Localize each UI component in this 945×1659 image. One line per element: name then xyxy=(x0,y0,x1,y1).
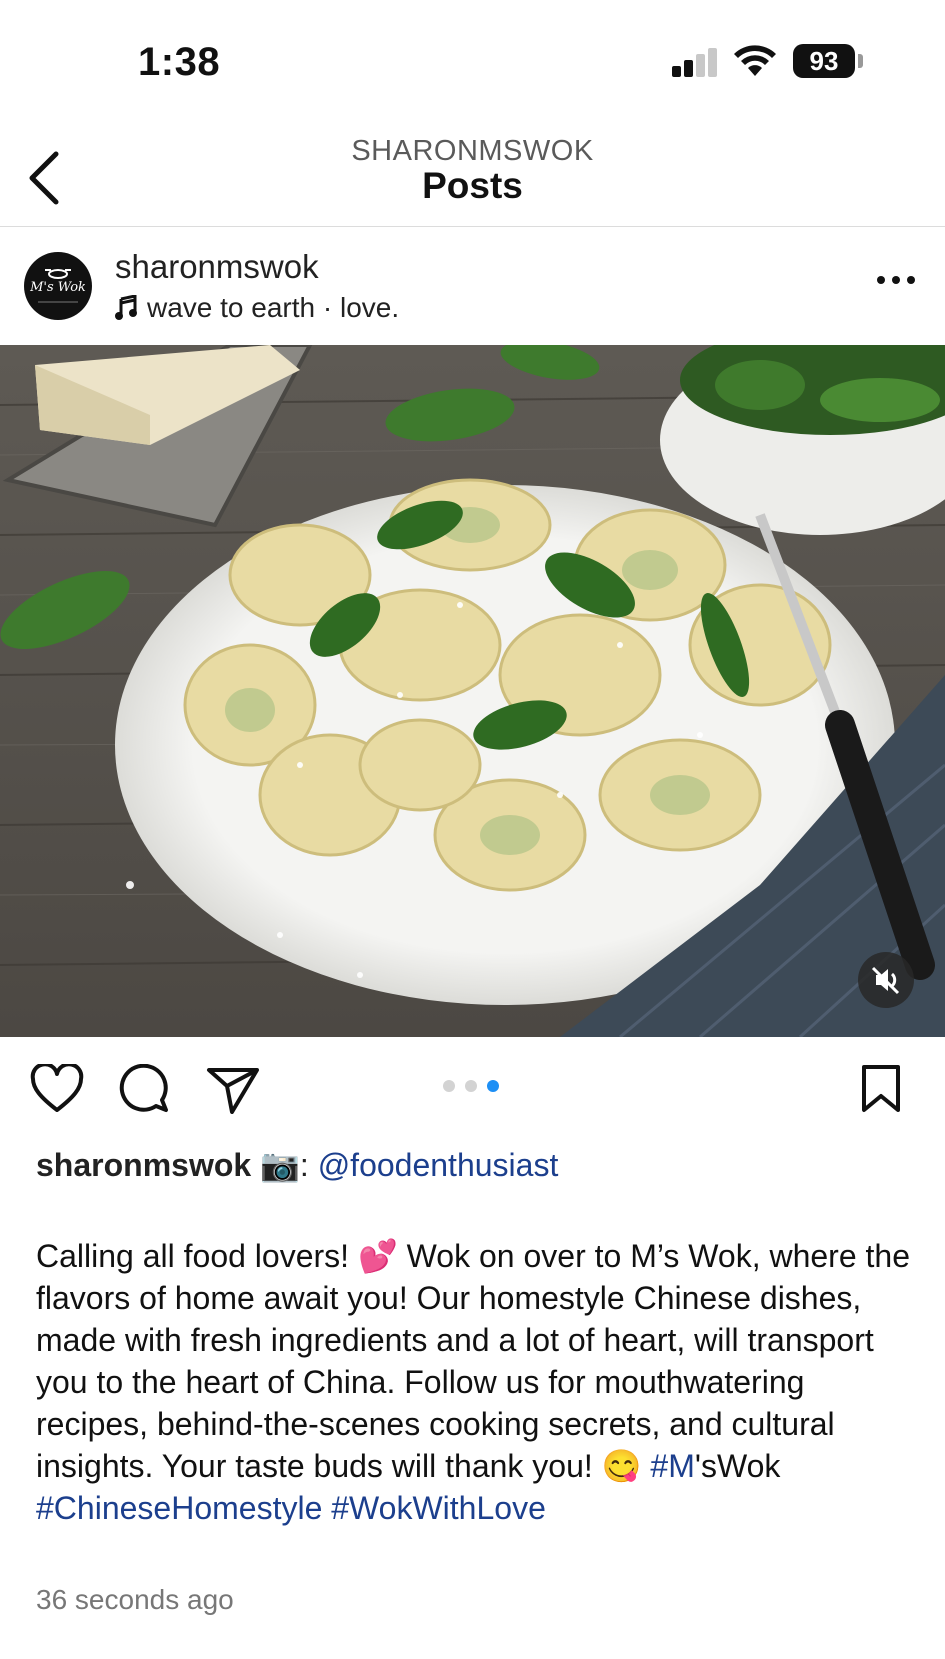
audio-track[interactable]: wave to earth · love. xyxy=(115,292,399,324)
post-actions xyxy=(0,1037,945,1147)
status-bar: 1:38 93 xyxy=(0,0,945,120)
carousel-dot-active xyxy=(487,1080,499,1092)
hearts-emoji: 💕 xyxy=(357,1238,398,1274)
caption-text-part: Calling all food lovers! xyxy=(36,1238,358,1274)
caption-username[interactable]: sharonmswok xyxy=(36,1147,251,1183)
carousel-dot xyxy=(465,1080,477,1092)
wifi-icon xyxy=(734,45,776,76)
more-options-icon[interactable] xyxy=(876,274,916,286)
avatar[interactable]: M's Wok xyxy=(24,252,92,320)
battery-tip xyxy=(858,54,863,68)
save-bookmark-icon[interactable] xyxy=(860,1064,902,1114)
tortellini-photo xyxy=(0,345,945,1037)
caption-text: Calling all food lovers! 💕 Wok on over t… xyxy=(36,1235,916,1529)
mention-link[interactable]: @foodenthusiast xyxy=(318,1147,559,1183)
carousel-indicator xyxy=(443,1080,499,1092)
speaker-muted-icon xyxy=(871,966,900,995)
mute-button[interactable] xyxy=(858,952,914,1008)
like-heart-icon[interactable] xyxy=(30,1064,84,1114)
top-navigation: SHARONMSWOK Posts xyxy=(0,120,945,227)
nav-subtitle: SHARONMSWOK xyxy=(351,135,594,167)
battery-indicator: 93 xyxy=(793,44,855,78)
camera-emoji: 📷 xyxy=(260,1147,300,1183)
cellular-signal-icon xyxy=(672,48,717,77)
photo-credit-line: sharonmswok 📷: @foodenthusiast xyxy=(36,1146,558,1184)
post-image[interactable] xyxy=(0,345,945,1037)
carousel-dot xyxy=(443,1080,455,1092)
avatar-text: M's Wok xyxy=(30,280,86,295)
caption-text-part: 'sWok xyxy=(694,1448,781,1484)
hashtag-link[interactable]: #M xyxy=(650,1448,694,1484)
hashtag-link[interactable]: #WokWithLove xyxy=(331,1490,546,1526)
status-time: 1:38 xyxy=(138,40,221,84)
music-note-icon xyxy=(115,295,137,320)
page-title: Posts xyxy=(422,165,523,206)
post-header: M's Wok sharonmswok wave to earth · love… xyxy=(0,226,945,344)
yum-emoji: 😋 xyxy=(601,1448,642,1484)
credit-separator: : xyxy=(299,1147,309,1183)
post-username[interactable]: sharonmswok xyxy=(115,248,319,286)
share-send-icon[interactable] xyxy=(206,1066,260,1114)
post-timestamp: 36 seconds ago xyxy=(36,1584,234,1615)
comment-icon[interactable] xyxy=(118,1064,170,1114)
audio-track-label: wave to earth · love. xyxy=(147,292,400,323)
hashtag-link[interactable]: #ChineseHomestyle xyxy=(36,1490,322,1526)
